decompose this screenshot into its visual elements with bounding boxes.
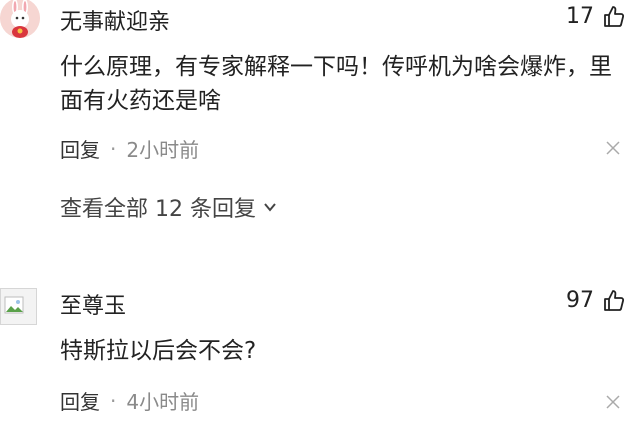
like-count: 17: [566, 4, 594, 29]
close-icon[interactable]: [606, 395, 620, 409]
thumbs-up-icon: [604, 289, 625, 311]
like-count: 97: [566, 288, 594, 313]
rabbit-avatar-icon: [0, 0, 40, 38]
separator-dot: ·: [110, 388, 117, 413]
broken-image-avatar-icon: [4, 296, 24, 314]
timestamp: 4小时前: [126, 390, 200, 414]
comment-divider: [0, 240, 640, 241]
comment-meta: 回复 · 2小时前: [60, 134, 199, 163]
username[interactable]: 至尊玉: [60, 288, 126, 320]
like-button[interactable]: 97: [566, 288, 626, 313]
comment-text: 什么原理，有专家解释一下吗！传呼机为啥会爆炸，里面有火药还是啥: [60, 54, 612, 114]
chevron-down-icon: [264, 203, 276, 212]
comment-text: 特斯拉以后会不会?: [60, 338, 257, 364]
reply-button[interactable]: 回复: [60, 386, 100, 415]
close-icon[interactable]: [606, 141, 620, 155]
username[interactable]: 无事献迎亲: [60, 4, 170, 36]
user-avatar[interactable]: [0, 0, 40, 38]
comment-item: 至尊玉 97 特斯拉以后会不会? 回复 · 4小时前: [0, 258, 640, 430]
view-all-replies-label: 查看全部 12 条回复: [60, 197, 256, 222]
like-button[interactable]: 17: [566, 4, 626, 29]
timestamp: 2小时前: [126, 138, 200, 162]
thumbs-up-icon: [604, 5, 625, 27]
user-avatar[interactable]: [0, 288, 37, 325]
view-all-replies-button[interactable]: 查看全部 12 条回复: [60, 191, 278, 223]
comment-item: 无事献迎亲 17 什么原理，有专家解释一下吗！传呼机为啥会爆炸，里面有火药还是啥…: [0, 0, 640, 235]
separator-dot: ·: [110, 136, 117, 161]
comment-meta: 回复 · 4小时前: [60, 386, 199, 415]
reply-button[interactable]: 回复: [60, 134, 100, 163]
